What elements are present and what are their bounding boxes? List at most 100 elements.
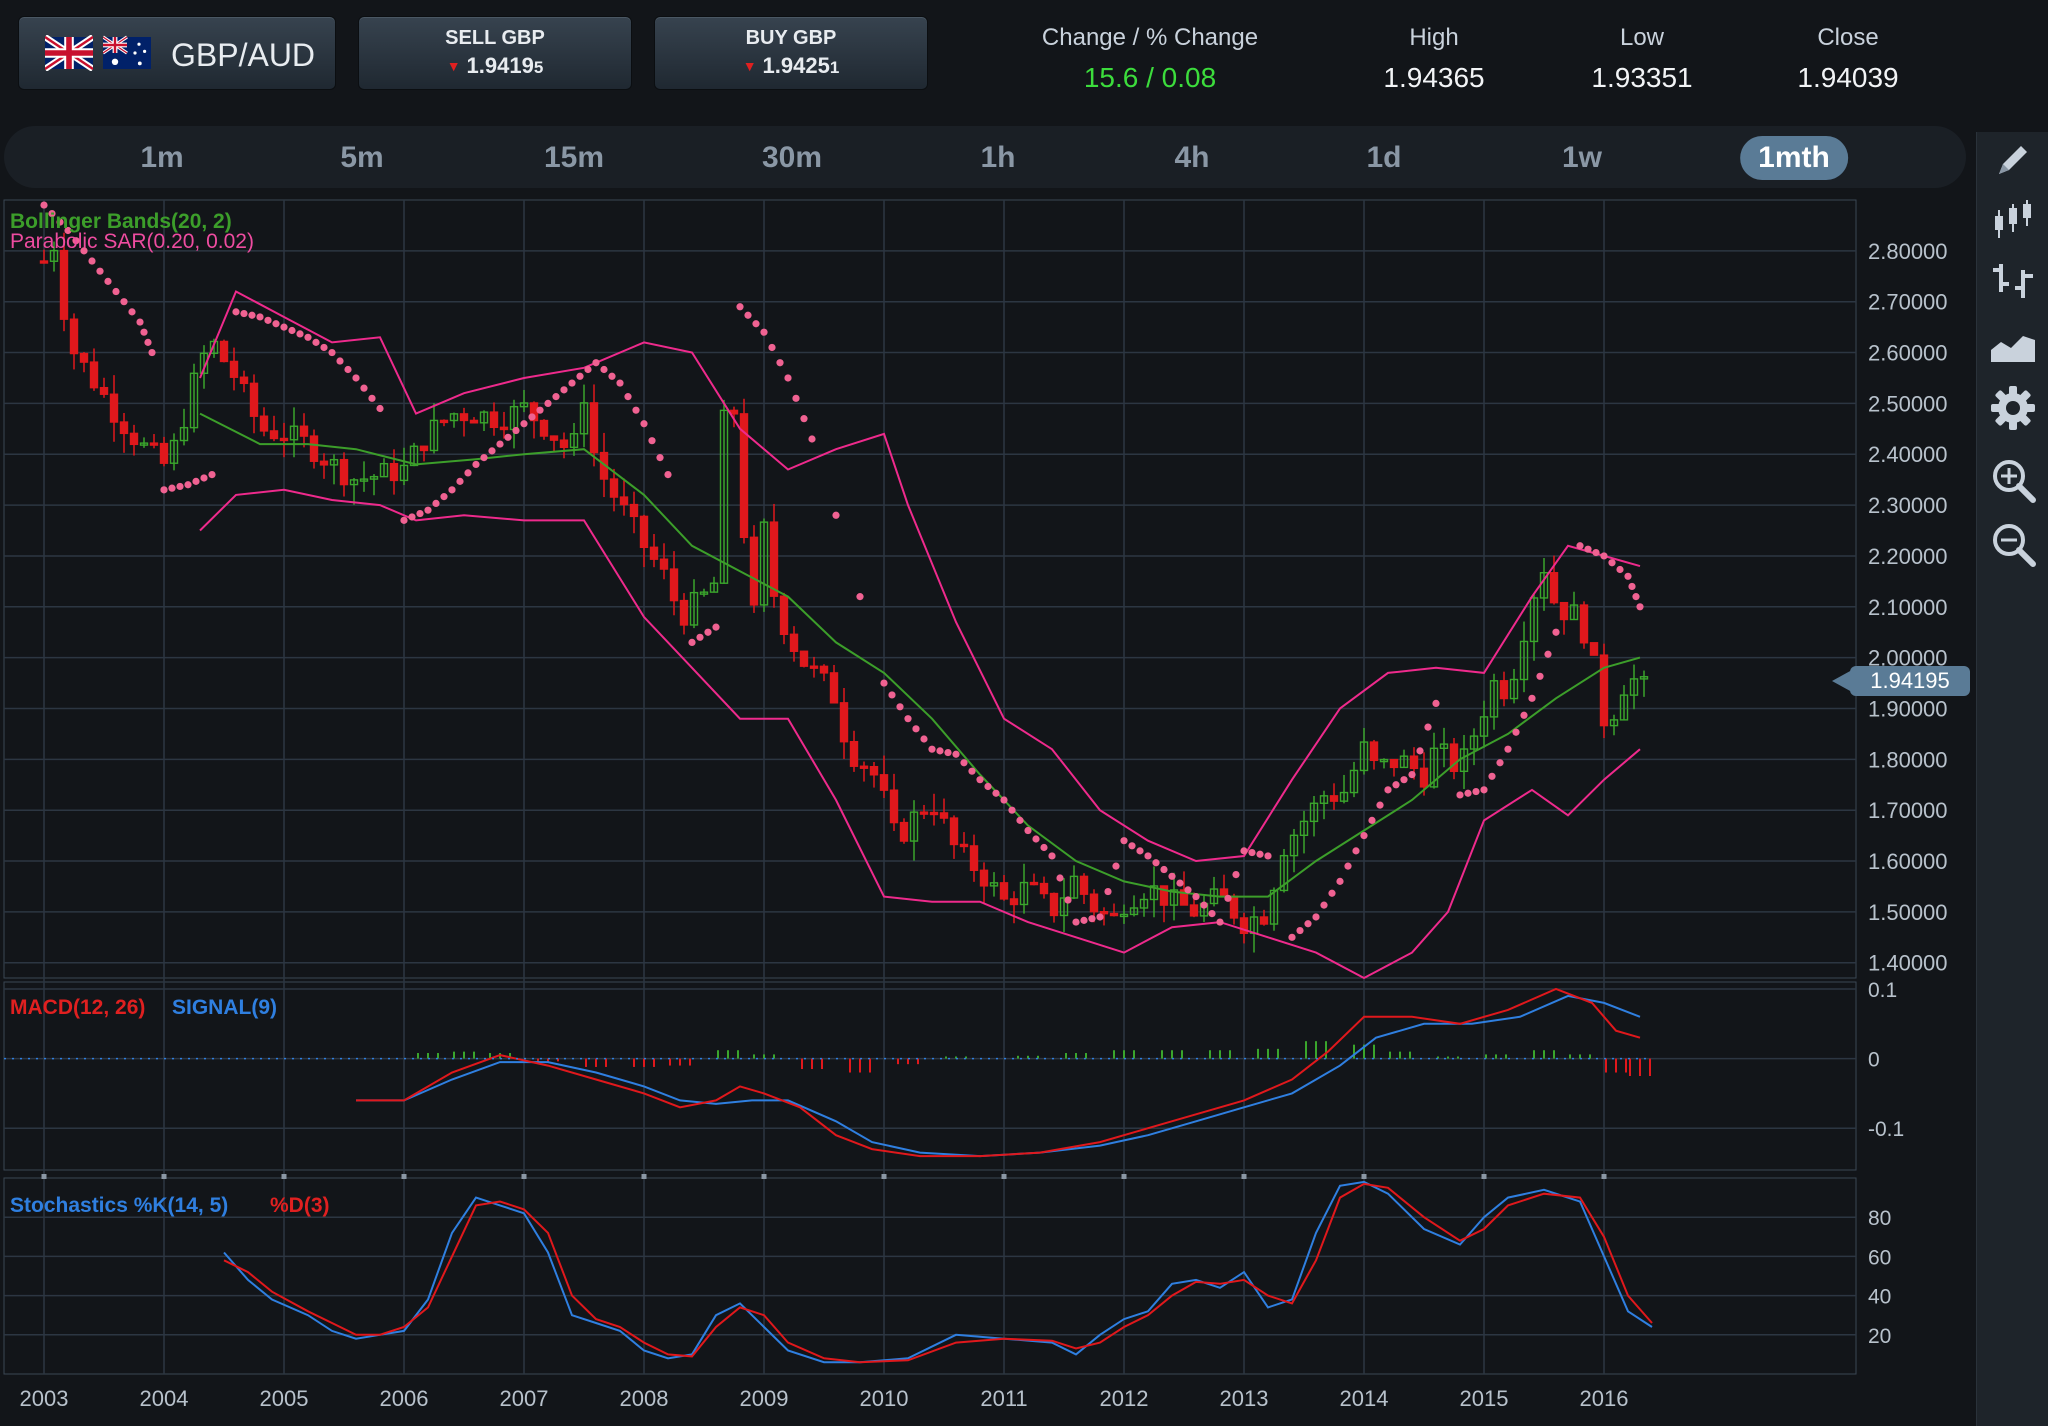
sar-dot [488, 447, 496, 455]
sar-dot [1304, 920, 1312, 928]
timeframe-1d[interactable]: 1d [1348, 136, 1419, 180]
candlestick-body [809, 665, 819, 669]
sar-dot [120, 298, 128, 306]
candlestick-body [279, 437, 289, 442]
candlestick-body [1089, 893, 1099, 913]
area-chart-icon[interactable] [1989, 320, 2037, 368]
candlestick-body [729, 409, 739, 415]
sar-dot [1056, 874, 1064, 882]
timeframe-1h[interactable]: 1h [962, 136, 1033, 180]
sar-dot [1368, 816, 1376, 824]
down-arrow-icon: ▼ [742, 58, 757, 74]
sar-dot [752, 320, 760, 328]
candlestick-body [259, 415, 269, 432]
sar-dot [832, 511, 840, 519]
candlestick-body [1009, 898, 1019, 906]
candlestick-body [1579, 604, 1589, 644]
sar-dot [784, 374, 792, 382]
sell-button[interactable]: SELL GBP ▼ 1.94195 [358, 16, 632, 90]
sar-dot [704, 628, 712, 636]
candlestick-body [879, 774, 889, 791]
candlestick-body [1229, 895, 1239, 919]
y-axis-tick-label: 2.40000 [1868, 442, 1948, 467]
sar-dot [1080, 916, 1088, 924]
sar-dot [928, 745, 936, 753]
sar-dot [1136, 847, 1144, 855]
sar-legend: Parabolic SAR(0.20, 0.02) [10, 230, 254, 253]
down-arrow-icon: ▼ [446, 58, 461, 74]
sar-dot [616, 379, 624, 387]
sar-dot [904, 715, 912, 723]
sar-dot [1128, 842, 1136, 850]
candlestick-body [109, 393, 119, 423]
chart-panel-2 [3, 981, 1857, 1171]
sar-dot [1592, 548, 1600, 557]
pencil-icon[interactable] [1989, 136, 2037, 184]
sar-dot [968, 767, 976, 775]
panel-divider-handle [161, 1174, 167, 1179]
sar-dot [952, 750, 960, 758]
sar-dot [148, 348, 156, 357]
sar-dot [584, 365, 592, 374]
sar-dot [192, 477, 200, 485]
timeframe-4h[interactable]: 4h [1156, 136, 1227, 180]
ohlc-icon[interactable] [1989, 256, 2037, 304]
zoom-out-icon[interactable] [1989, 520, 2037, 568]
panel-divider-handle [521, 1174, 527, 1179]
sar-dot [232, 308, 240, 316]
candlestick-body [389, 462, 399, 482]
sar-dot [1544, 650, 1552, 658]
price-chart[interactable]: 2003 2004 2005 2006 2007 2008 2009 2010 2011 2012… [0, 196, 1968, 1426]
sar-dot [560, 386, 568, 394]
sar-dot [1160, 865, 1168, 874]
sar-dot [1360, 832, 1368, 840]
sar-dot [1104, 887, 1112, 896]
close-value: 1.94039 [1797, 62, 1899, 93]
sar-dot [536, 406, 544, 414]
sar-dot [888, 691, 896, 699]
candlestick-icon[interactable] [1989, 196, 2037, 244]
sar-dot [1032, 835, 1040, 843]
sar-dot [296, 330, 304, 338]
timeframe-1w[interactable]: 1w [1544, 136, 1620, 180]
sar-dot [1480, 786, 1488, 794]
timeframe-30m[interactable]: 30m [744, 136, 840, 180]
sar-dot [1344, 862, 1352, 870]
candlestick-body [249, 382, 259, 417]
x-axis-tick-label: 2003 [20, 1386, 69, 1411]
timeframe-5m[interactable]: 5m [322, 136, 401, 180]
chart-toolbar [1976, 132, 2048, 1426]
timeframe-1mth[interactable]: 1mth [1740, 136, 1848, 180]
candlestick-body [789, 633, 799, 652]
sar-dot [800, 415, 808, 423]
candlestick-body [309, 435, 319, 462]
buy-button[interactable]: BUY GBP ▼ 1.94251 [654, 16, 928, 90]
candlestick-body [319, 460, 329, 466]
candlestick-body [779, 595, 789, 635]
sar-dot [1184, 886, 1192, 894]
zoom-in-icon[interactable] [1989, 456, 2037, 504]
sar-dot [416, 509, 424, 518]
candlestick-body [1329, 795, 1339, 802]
candlestick-body [1189, 904, 1199, 917]
sar-dot [1048, 852, 1056, 860]
sar-dot [520, 420, 528, 428]
currency-pair-selector[interactable]: GBP/AUD [18, 16, 336, 90]
sar-dot [1624, 572, 1632, 580]
y-axis-tick-label: 0.1 [1868, 979, 1897, 1002]
candlestick-body [59, 249, 69, 320]
candlestick-body [79, 352, 89, 363]
sar-dot [1628, 582, 1636, 591]
sar-dot [496, 440, 504, 448]
timeframe-1m[interactable]: 1m [122, 136, 201, 180]
timeframe-15m[interactable]: 15m [526, 136, 622, 180]
candlestick-body [629, 503, 639, 518]
sar-dot [140, 328, 148, 336]
candlestick-body [919, 811, 929, 815]
candlestick-body [1549, 572, 1559, 604]
candlestick-body [889, 789, 899, 824]
settings-icon[interactable] [1989, 384, 2037, 432]
candlestick-body [239, 376, 249, 385]
y-axis-tick-label: 2.30000 [1868, 493, 1948, 518]
candlestick-body [1499, 680, 1509, 700]
